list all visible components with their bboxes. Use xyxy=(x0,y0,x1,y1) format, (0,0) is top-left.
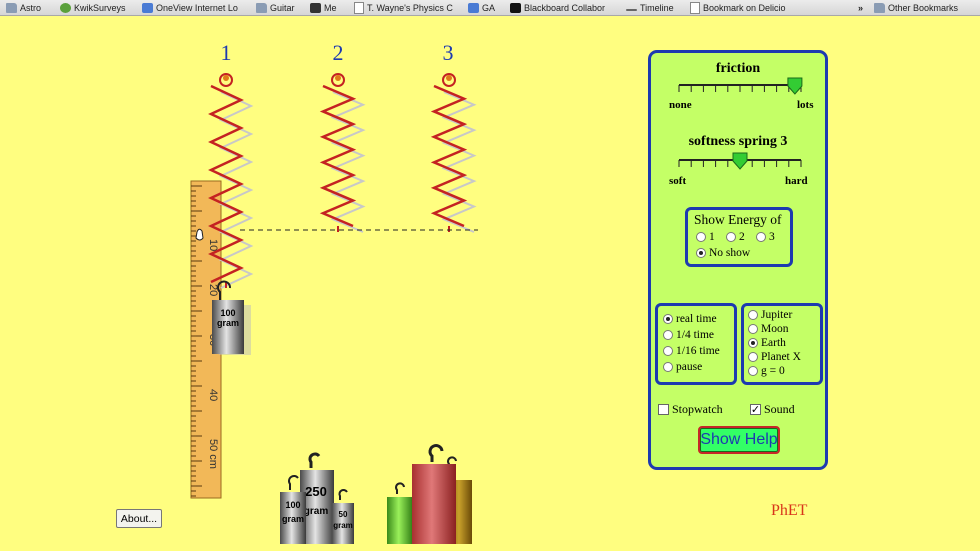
gravity-radio-planet-x[interactable] xyxy=(748,352,758,362)
spring-2[interactable] xyxy=(319,73,366,233)
gravity-radio-jupiter[interactable] xyxy=(748,310,758,320)
phet-logo: PhET xyxy=(771,502,808,519)
folder-icon xyxy=(874,2,885,13)
energy-radio-2[interactable] xyxy=(726,232,736,242)
friction-min-label: none xyxy=(669,99,692,111)
kwiksurveys-icon xyxy=(60,2,71,13)
svg-text:50: 50 xyxy=(339,510,348,519)
bookmark-delicious[interactable]: Bookmark on Delicio xyxy=(690,1,800,14)
spring-3[interactable] xyxy=(430,73,477,233)
bookmark-astro[interactable]: Astro xyxy=(6,1,56,14)
folder-icon xyxy=(6,2,17,13)
spring-1-label: 1 xyxy=(221,40,232,65)
google-icon xyxy=(468,2,479,13)
show-energy-group: Show Energy of 1 2 3 No show xyxy=(685,207,793,267)
show-help-button[interactable]: Show Help xyxy=(698,426,780,454)
blackboard-icon xyxy=(510,2,521,13)
mystery-mass-red[interactable] xyxy=(412,444,456,544)
google-icon xyxy=(142,2,153,13)
gravity-option-g-zero[interactable]: g = 0 xyxy=(748,365,785,377)
bookmark-oneview[interactable]: OneView Internet Lo xyxy=(142,1,246,14)
bookmark-ga[interactable]: GA xyxy=(468,1,500,14)
bookmark-timeline[interactable]: Timeline xyxy=(626,1,682,14)
gravity-option-earth[interactable]: Earth xyxy=(748,337,786,349)
spring-3-label: 3 xyxy=(443,40,454,65)
softness-max-label: hard xyxy=(785,175,808,187)
softness-slider-thumb[interactable] xyxy=(732,152,748,170)
timeline-icon xyxy=(626,8,637,11)
bookmarks-bar: Astro KwikSurveys OneView Internet Lo Gu… xyxy=(0,0,980,16)
svg-text:gram: gram xyxy=(304,506,329,517)
friction-slider-thumb[interactable] xyxy=(787,77,803,95)
gravity-radio-earth[interactable] xyxy=(748,338,758,348)
energy-option-2[interactable]: 2 xyxy=(726,231,745,243)
ruler-label-50: 50 cm xyxy=(207,439,219,469)
ruler-label-10: 10 xyxy=(207,239,219,251)
simulation-canvas: 1 2 3 10 20 30 40 50 cm 100 gram 250 gra… xyxy=(190,40,478,544)
gravity-option-moon[interactable]: Moon xyxy=(748,323,788,335)
page-icon xyxy=(354,1,364,14)
svg-text:gram: gram xyxy=(333,521,353,530)
time-option-pause[interactable]: pause xyxy=(663,361,702,373)
svg-text:100: 100 xyxy=(220,308,235,318)
energy-option-1[interactable]: 1 xyxy=(696,231,715,243)
folder-icon xyxy=(256,2,267,13)
energy-option-3[interactable]: 3 xyxy=(756,231,775,243)
other-bookmarks-folder[interactable]: Other Bookmarks xyxy=(874,1,978,14)
stopwatch-checkbox[interactable] xyxy=(658,404,669,415)
stopwatch-toggle[interactable]: Stopwatch xyxy=(658,402,723,417)
bookmark-blackboard[interactable]: Blackboard Collabor xyxy=(510,1,614,14)
sound-toggle[interactable]: ✓ Sound xyxy=(750,402,795,417)
about-button[interactable]: About... xyxy=(116,509,162,528)
softness-min-label: soft xyxy=(669,175,687,187)
time-option-quarter[interactable]: 1/4 time xyxy=(663,329,714,341)
svg-text:250: 250 xyxy=(305,484,327,499)
time-option-sixteenth[interactable]: 1/16 time xyxy=(663,345,720,357)
energy-radio-1[interactable] xyxy=(696,232,706,242)
gravity-option-jupiter[interactable]: Jupiter xyxy=(748,309,792,321)
energy-option-no-show[interactable]: No show xyxy=(696,247,750,259)
ruler-label-20: 20 xyxy=(207,284,219,296)
apple-icon xyxy=(310,2,321,13)
time-radio-sixteenth[interactable] xyxy=(663,346,673,356)
sound-checkbox[interactable]: ✓ xyxy=(750,404,761,415)
softness-title: softness spring 3 xyxy=(688,134,788,149)
friction-slider[interactable] xyxy=(675,75,805,101)
time-radio-real-time[interactable] xyxy=(663,314,673,324)
ruler-label-40: 40 xyxy=(207,389,219,401)
softness-slider[interactable] xyxy=(675,150,805,176)
show-energy-title: Show Energy of xyxy=(694,212,782,227)
control-panel: friction none lots softness spring 3 sof… xyxy=(648,50,828,470)
page-icon xyxy=(690,1,700,14)
bookmark-kwiksurveys[interactable]: KwikSurveys xyxy=(60,1,134,14)
svg-text:gram: gram xyxy=(217,318,239,328)
time-radio-pause[interactable] xyxy=(663,362,673,372)
svg-text:gram: gram xyxy=(282,514,304,524)
bookmark-guitar[interactable]: Guitar xyxy=(256,1,300,14)
gravity-radio-moon[interactable] xyxy=(748,324,758,334)
spring-2-label: 2 xyxy=(333,40,344,65)
time-radio-quarter[interactable] xyxy=(663,330,673,340)
energy-radio-no-show[interactable] xyxy=(696,248,706,258)
gravity-option-planet-x[interactable]: Planet X xyxy=(748,351,801,363)
friction-max-label: lots xyxy=(797,99,814,111)
mystery-mass-green[interactable] xyxy=(387,482,413,544)
mass-50g[interactable]: 50 gram xyxy=(332,489,354,544)
bookmark-me[interactable]: Me xyxy=(310,1,344,14)
time-speed-group: real time 1/4 time 1/16 time pause xyxy=(655,303,737,385)
hand-cursor-icon xyxy=(195,228,204,241)
bookmark-physics[interactable]: T. Wayne's Physics C xyxy=(354,1,458,14)
bookmarks-overflow-button[interactable]: » xyxy=(858,1,868,14)
gravity-radio-g-zero[interactable] xyxy=(748,366,758,376)
svg-text:100: 100 xyxy=(285,500,300,510)
energy-radio-3[interactable] xyxy=(756,232,766,242)
time-option-real-time[interactable]: real time xyxy=(663,313,717,325)
gravity-group: Jupiter Moon Earth Planet X g = 0 xyxy=(741,303,823,385)
